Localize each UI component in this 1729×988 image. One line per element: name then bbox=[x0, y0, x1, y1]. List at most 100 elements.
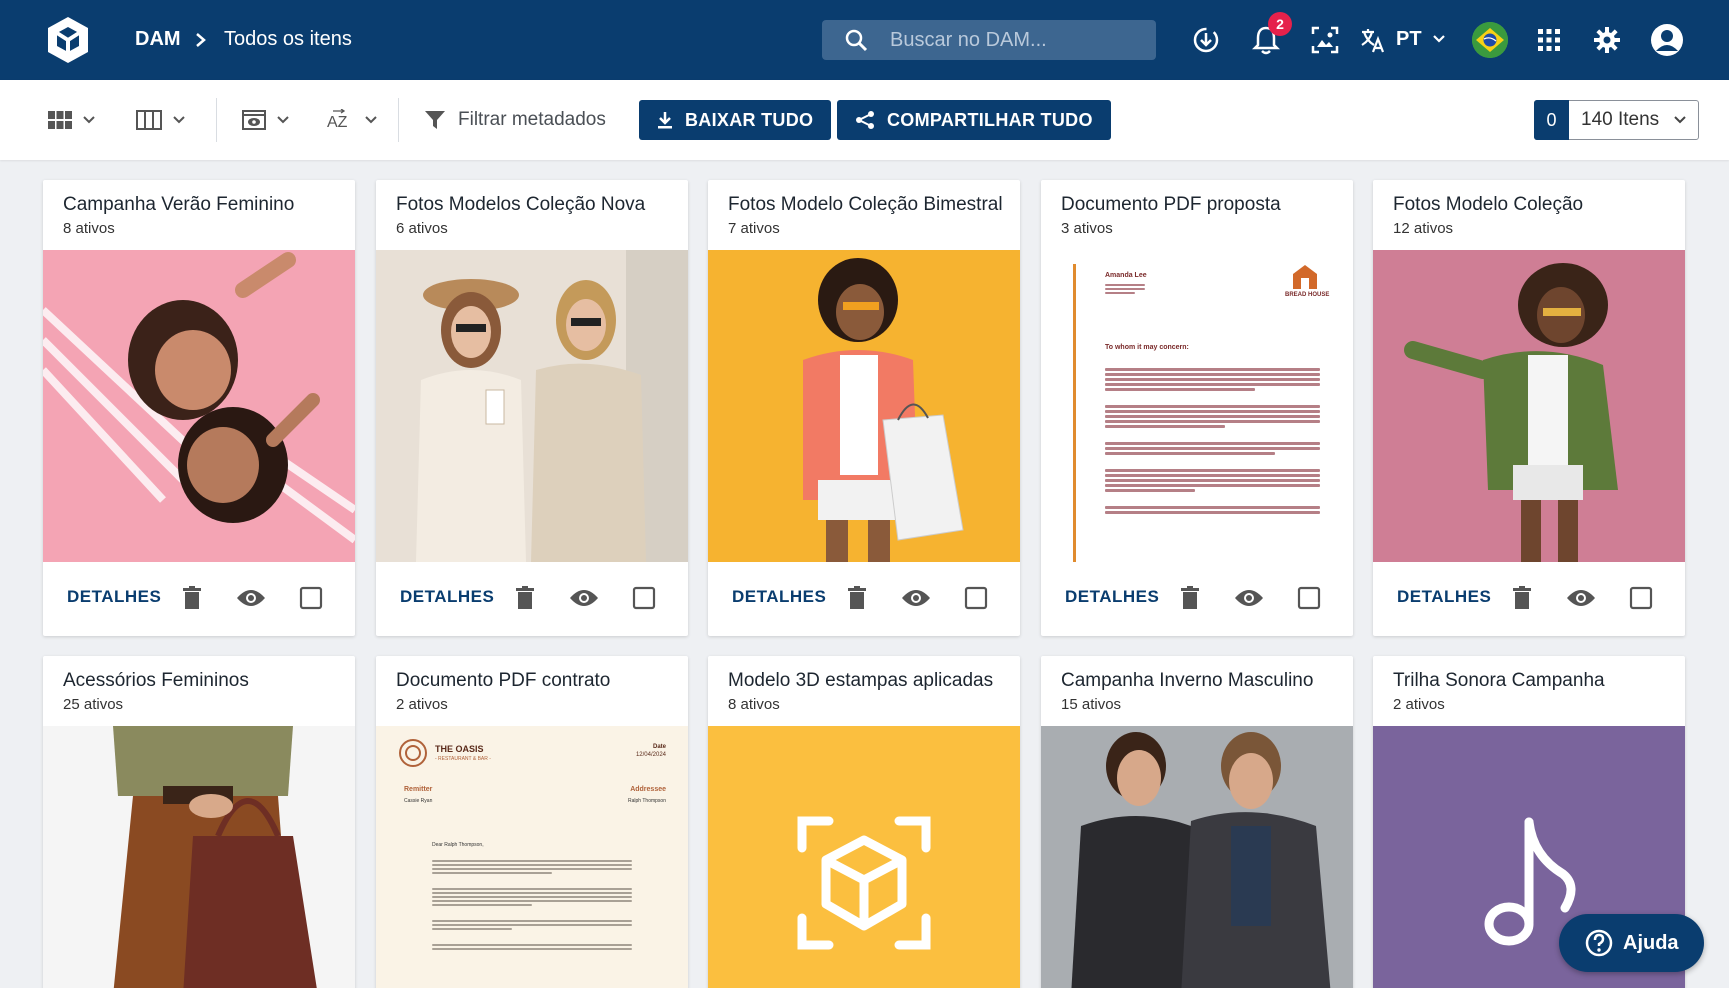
eye-icon[interactable] bbox=[899, 584, 933, 612]
columns-selector[interactable] bbox=[136, 104, 186, 136]
collection-card[interactable]: Acessórios Femininos 25 ativos bbox=[43, 656, 355, 988]
card-title[interactable]: Fotos Modelo Coleção bbox=[1393, 194, 1583, 216]
doc-brand-sub: - RESTAURANT & BAR - bbox=[435, 756, 491, 762]
model-jacket-photo-image bbox=[1373, 250, 1685, 562]
download-manager-icon[interactable] bbox=[1188, 22, 1224, 58]
eye-icon[interactable] bbox=[1564, 584, 1598, 612]
details-button[interactable]: DETALHES bbox=[400, 587, 494, 607]
doc-body-text bbox=[432, 858, 632, 952]
details-button[interactable]: DETALHES bbox=[67, 587, 161, 607]
card-thumbnail[interactable] bbox=[1373, 250, 1685, 562]
women-photo-image bbox=[43, 250, 355, 562]
select-checkbox[interactable] bbox=[962, 584, 990, 612]
card-thumbnail[interactable] bbox=[376, 250, 688, 562]
trash-icon[interactable] bbox=[178, 584, 206, 612]
download-all-button[interactable]: BAIXAR TUDO bbox=[639, 100, 832, 140]
details-button[interactable]: DETALHES bbox=[1397, 587, 1491, 607]
card-thumbnail[interactable]: THE OASIS - RESTAURANT & BAR - Date 12/0… bbox=[376, 726, 688, 988]
translate-icon[interactable] bbox=[1355, 22, 1391, 58]
details-button[interactable]: DETALHES bbox=[732, 587, 826, 607]
card-asset-count: 8 ativos bbox=[728, 696, 780, 713]
collection-card[interactable]: Campanha Verão Feminino 8 ativos DETALHE… bbox=[43, 180, 355, 636]
details-button[interactable]: DETALHES bbox=[1065, 587, 1159, 607]
card-asset-count: 6 ativos bbox=[396, 220, 448, 237]
user-account-icon[interactable] bbox=[1649, 22, 1685, 58]
view-mode-selector[interactable] bbox=[48, 104, 96, 136]
card-actions: DETALHES bbox=[43, 562, 355, 634]
trash-icon[interactable] bbox=[1176, 584, 1204, 612]
share-icon bbox=[856, 111, 874, 129]
card-asset-count: 7 ativos bbox=[728, 220, 780, 237]
card-title[interactable]: Documento PDF contrato bbox=[396, 670, 610, 692]
image-search-icon[interactable] bbox=[1307, 22, 1343, 58]
trash-icon[interactable] bbox=[511, 584, 539, 612]
toolbar: AZ Filtrar metadados BAIXAR TUDO COMPART… bbox=[0, 80, 1729, 160]
collection-card[interactable]: Campanha Inverno Masculino 15 ativos bbox=[1041, 656, 1353, 988]
card-title[interactable]: Campanha Verão Feminino bbox=[63, 194, 294, 216]
share-all-button[interactable]: COMPARTILHAR TUDO bbox=[837, 100, 1111, 140]
card-thumbnail[interactable] bbox=[43, 250, 355, 562]
card-title[interactable]: Campanha Inverno Masculino bbox=[1061, 670, 1313, 692]
breadcrumb-root[interactable]: DAM bbox=[135, 28, 181, 51]
collection-card[interactable]: Documento PDF proposta 3 ativos Amanda L… bbox=[1041, 180, 1353, 636]
gear-icon[interactable] bbox=[1589, 22, 1625, 58]
columns-icon bbox=[136, 110, 162, 130]
card-asset-count: 2 ativos bbox=[396, 696, 448, 713]
preview-icon bbox=[242, 110, 266, 130]
chevron-down-icon bbox=[277, 116, 289, 124]
help-button[interactable]: Ajuda bbox=[1559, 914, 1704, 972]
sort-az-icon: AZ bbox=[327, 109, 348, 131]
help-label: Ajuda bbox=[1623, 931, 1679, 954]
select-checkbox[interactable] bbox=[1627, 584, 1655, 612]
card-title[interactable]: Fotos Modelos Coleção Nova bbox=[396, 194, 645, 216]
collection-card[interactable]: Fotos Modelo Coleção Bimestral 7 ativos … bbox=[708, 180, 1020, 636]
oasis-logo-icon bbox=[399, 739, 427, 767]
card-thumbnail[interactable] bbox=[708, 726, 1020, 988]
select-checkbox[interactable] bbox=[1295, 584, 1323, 612]
doc-body-text bbox=[1105, 366, 1320, 516]
collection-card[interactable]: Fotos Modelos Coleção Nova 6 ativos DETA… bbox=[376, 180, 688, 636]
card-title[interactable]: Trilha Sonora Campanha bbox=[1393, 670, 1605, 692]
doc-sender-address bbox=[1105, 282, 1145, 296]
trash-icon[interactable] bbox=[843, 584, 871, 612]
selected-count: 0 bbox=[1534, 100, 1569, 140]
preview-selector[interactable] bbox=[242, 104, 290, 136]
collection-card[interactable]: Documento PDF contrato 2 ativos THE OASI… bbox=[376, 656, 688, 988]
select-checkbox[interactable] bbox=[297, 584, 325, 612]
chevron-down-icon bbox=[365, 116, 377, 124]
select-checkbox[interactable] bbox=[630, 584, 658, 612]
app-logo-icon[interactable] bbox=[45, 15, 91, 65]
help-icon bbox=[1585, 929, 1613, 957]
toolbar-divider bbox=[216, 98, 217, 142]
chevron-down-icon[interactable] bbox=[1432, 34, 1446, 44]
card-thumbnail[interactable] bbox=[708, 250, 1020, 562]
apps-grid-icon[interactable] bbox=[1531, 22, 1567, 58]
sort-selector[interactable]: AZ bbox=[326, 104, 378, 136]
card-title[interactable]: Acessórios Femininos bbox=[63, 670, 249, 692]
toolbar-divider bbox=[398, 98, 399, 142]
trash-icon[interactable] bbox=[1508, 584, 1536, 612]
brazil-flag-avatar[interactable] bbox=[1472, 22, 1508, 58]
eye-icon[interactable] bbox=[234, 584, 268, 612]
card-thumbnail[interactable] bbox=[43, 726, 355, 988]
card-title[interactable]: Modelo 3D estampas aplicadas bbox=[728, 670, 993, 692]
card-thumbnail[interactable]: Amanda Lee BREAD HOUSE To whom it may co… bbox=[1041, 250, 1353, 562]
card-actions: DETALHES bbox=[1041, 562, 1353, 634]
model-shopping-photo-image bbox=[708, 250, 1020, 562]
filter-metadata-button[interactable]: Filtrar metadados bbox=[424, 104, 606, 136]
doc-addressee-label: Addressee bbox=[630, 786, 666, 793]
download-icon bbox=[658, 112, 672, 129]
eye-icon[interactable] bbox=[567, 584, 601, 612]
card-title[interactable]: Documento PDF proposta bbox=[1061, 194, 1281, 216]
search-input[interactable] bbox=[890, 28, 1130, 52]
men-photo-image bbox=[1041, 726, 1353, 988]
doc-date-value: 12/04/2024 bbox=[635, 752, 666, 758]
collection-card[interactable]: Fotos Modelo Coleção 12 ativos DETALHES bbox=[1373, 180, 1685, 636]
card-title[interactable]: Fotos Modelo Coleção Bimestral bbox=[728, 194, 1003, 216]
items-count-selector[interactable]: 0 140 Itens bbox=[1534, 100, 1699, 140]
card-thumbnail[interactable] bbox=[1041, 726, 1353, 988]
search-box[interactable] bbox=[822, 20, 1156, 60]
eye-icon[interactable] bbox=[1232, 584, 1266, 612]
collection-card[interactable]: Modelo 3D estampas aplicadas 8 ativos bbox=[708, 656, 1020, 988]
language-selector[interactable]: PT bbox=[1396, 28, 1422, 51]
